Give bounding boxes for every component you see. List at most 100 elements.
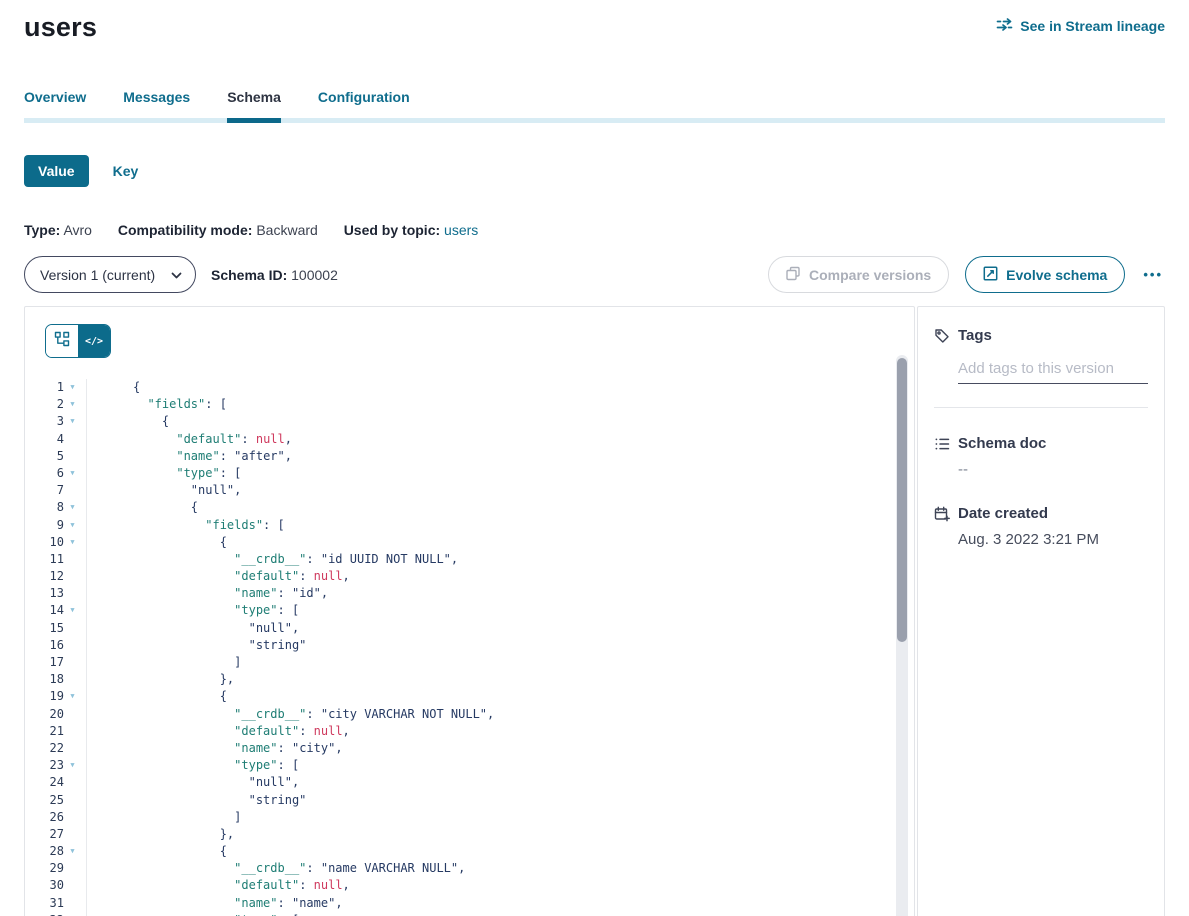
code-line: 28▼ { <box>25 843 914 860</box>
fold-toggle-icon[interactable]: ▼ <box>64 602 81 619</box>
tags-title: Tags <box>958 327 992 344</box>
fold-toggle-icon[interactable]: ▼ <box>64 499 81 516</box>
line-number: 26 <box>25 809 64 826</box>
code-text: "__crdb__": "name VARCHAR NULL", <box>86 860 465 877</box>
line-number: 13 <box>25 585 64 602</box>
fold-spacer <box>64 671 81 688</box>
code-line: 26 ] <box>25 809 914 826</box>
tree-view-button[interactable] <box>46 325 78 357</box>
fold-toggle-icon[interactable]: ▼ <box>64 688 81 705</box>
code-line: 11 "__crdb__": "id UUID NOT NULL", <box>25 551 914 568</box>
editor-view-toggle: </> <box>45 324 111 358</box>
fold-toggle-icon[interactable]: ▼ <box>64 379 81 396</box>
code-line: 32▼ "type": [ <box>25 912 914 916</box>
schema-controls-row: Version 1 (current) Schema ID: 100002 Co… <box>24 256 1165 293</box>
line-number: 17 <box>25 654 64 671</box>
fold-toggle-icon[interactable]: ▼ <box>64 465 81 482</box>
line-number: 31 <box>25 895 64 912</box>
code-text: { <box>86 534 227 551</box>
fold-toggle-icon[interactable]: ▼ <box>64 534 81 551</box>
fold-spacer <box>64 860 81 877</box>
code-text: "type": [ <box>86 602 299 619</box>
fold-spacer <box>64 448 81 465</box>
tab-messages[interactable]: Messages <box>123 89 190 118</box>
code-text: { <box>86 499 198 516</box>
fold-toggle-icon[interactable]: ▼ <box>64 757 81 774</box>
schema-details-sidebar: Tags Schema doc -- <box>917 306 1165 916</box>
editor-scrollbar-thumb[interactable] <box>897 358 907 642</box>
code-text: "__crdb__": "city VARCHAR NOT NULL", <box>86 706 494 723</box>
schema-code-editor[interactable]: 1▼{2▼ "fields": [3▼ {4 "default": null,5… <box>25 379 914 916</box>
line-number: 29 <box>25 860 64 877</box>
key-toggle-button[interactable]: Key <box>113 163 139 179</box>
add-tags-input[interactable] <box>958 358 1148 384</box>
value-toggle-button[interactable]: Value <box>24 155 89 187</box>
code-view-button[interactable]: </> <box>78 325 110 357</box>
calendar-add-icon <box>934 506 958 522</box>
code-text: }, <box>86 826 234 843</box>
compat-value: Backward <box>256 222 317 238</box>
code-line: 15 "null", <box>25 620 914 637</box>
code-line: 29 "__crdb__": "name VARCHAR NULL", <box>25 860 914 877</box>
code-text: "default": null, <box>86 723 350 740</box>
more-actions-button[interactable]: ••• <box>1141 263 1165 286</box>
schema-id-label: Schema ID: <box>211 267 287 283</box>
evolve-schema-button[interactable]: Evolve schema <box>965 256 1125 293</box>
code-text: "name": "id", <box>86 585 328 602</box>
line-number: 5 <box>25 448 64 465</box>
code-text: }, <box>86 671 234 688</box>
tab-configuration[interactable]: Configuration <box>318 89 410 118</box>
list-icon <box>934 436 958 452</box>
code-line: 20 "__crdb__": "city VARCHAR NOT NULL", <box>25 706 914 723</box>
tab-overview[interactable]: Overview <box>24 89 86 118</box>
line-number: 4 <box>25 431 64 448</box>
type-value: Avro <box>63 222 92 238</box>
fold-spacer <box>64 637 81 654</box>
code-line: 14▼ "type": [ <box>25 602 914 619</box>
fold-toggle-icon[interactable]: ▼ <box>64 843 81 860</box>
tab-track <box>24 118 1165 123</box>
line-number: 28 <box>25 843 64 860</box>
code-text: "fields": [ <box>86 396 227 413</box>
fold-spacer <box>64 809 81 826</box>
code-line: 10▼ { <box>25 534 914 551</box>
schema-meta-row: Type: Avro Compatibility mode: Backward … <box>24 222 1165 238</box>
editor-scrollbar-track[interactable] <box>896 355 908 916</box>
line-number: 22 <box>25 740 64 757</box>
code-text: "null", <box>86 620 299 637</box>
code-line: 27 }, <box>25 826 914 843</box>
fold-toggle-icon[interactable]: ▼ <box>64 517 81 534</box>
tag-icon <box>934 328 958 344</box>
fold-toggle-icon[interactable]: ▼ <box>64 912 81 916</box>
fold-spacer <box>64 585 81 602</box>
line-number: 15 <box>25 620 64 637</box>
code-text: "string" <box>86 792 306 809</box>
schema-id-value: 100002 <box>291 267 338 283</box>
fold-toggle-icon[interactable]: ▼ <box>64 413 81 430</box>
line-number: 7 <box>25 482 64 499</box>
code-text: "null", <box>86 774 299 791</box>
tab-bar: Overview Messages Schema Configuration <box>24 89 1165 123</box>
code-line: 3▼ { <box>25 413 914 430</box>
line-number: 20 <box>25 706 64 723</box>
topic-link[interactable]: users <box>444 222 478 238</box>
stream-lineage-link[interactable]: See in Stream lineage <box>996 18 1165 34</box>
schema-editor-panel: </> 1▼{2▼ "fields": [3▼ {4 "default": nu… <box>24 306 915 916</box>
code-text: "fields": [ <box>86 517 285 534</box>
code-line: 4 "default": null, <box>25 431 914 448</box>
line-number: 11 <box>25 551 64 568</box>
line-number: 12 <box>25 568 64 585</box>
version-select[interactable]: Version 1 (current) <box>24 256 196 293</box>
version-select-value: Version 1 (current) <box>40 267 155 283</box>
code-line: 19▼ { <box>25 688 914 705</box>
fold-toggle-icon[interactable]: ▼ <box>64 396 81 413</box>
fold-spacer <box>64 568 81 585</box>
code-line: 22 "name": "city", <box>25 740 914 757</box>
compare-versions-button[interactable]: Compare versions <box>768 256 949 293</box>
tab-schema[interactable]: Schema <box>227 89 281 118</box>
line-number: 6 <box>25 465 64 482</box>
sidebar-divider <box>934 407 1148 408</box>
code-text: "__crdb__": "id UUID NOT NULL", <box>86 551 458 568</box>
code-text: "default": null, <box>86 877 350 894</box>
compare-versions-icon <box>786 266 801 284</box>
